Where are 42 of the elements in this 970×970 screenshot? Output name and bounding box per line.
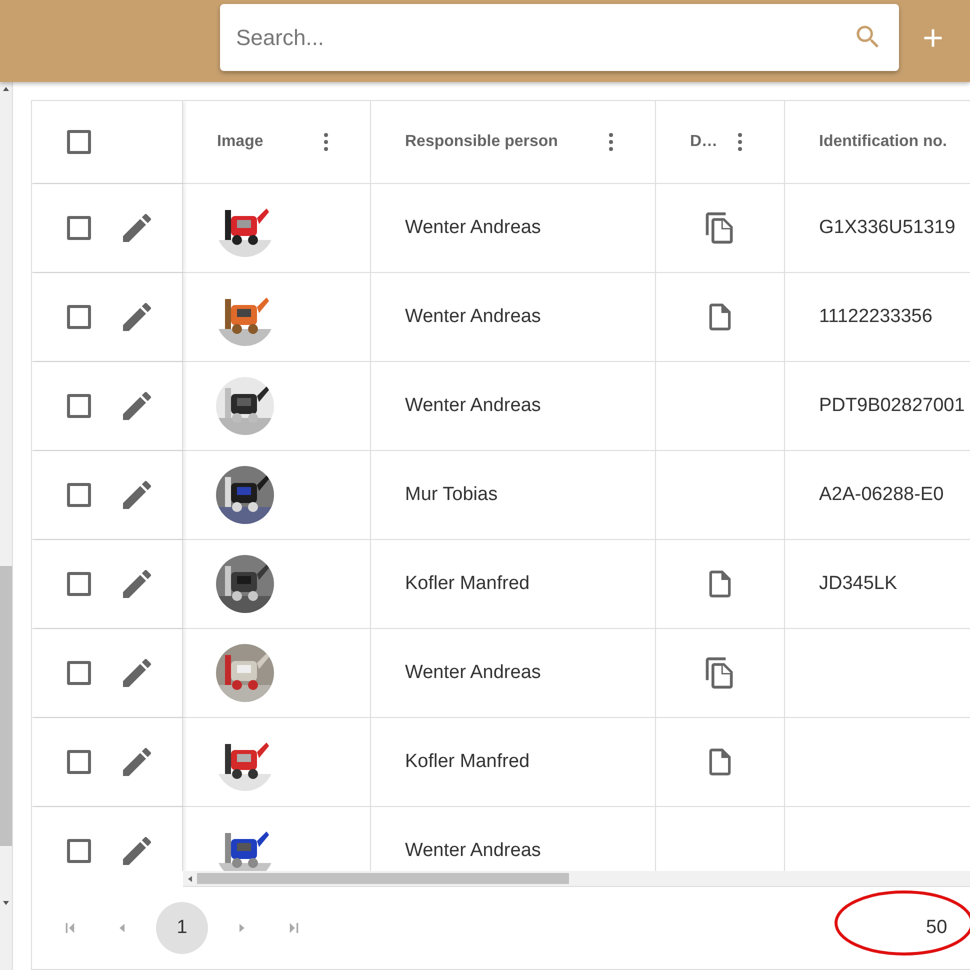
person-name: Wenter Andreas <box>405 662 541 684</box>
person-name: Wenter Andreas <box>405 840 541 862</box>
row-checkbox[interactable] <box>67 305 91 329</box>
identification-number: 11122233356 <box>819 306 932 328</box>
identification-number: A2A-06288-E0 <box>819 484 944 506</box>
row-checkbox[interactable] <box>67 661 91 685</box>
column-header[interactable]: D… <box>690 133 718 151</box>
identification-number: PDT9B02827001 <box>819 395 965 417</box>
edit-icon[interactable] <box>123 570 151 598</box>
page-button[interactable]: 1 <box>156 902 208 954</box>
edit-icon[interactable] <box>123 659 151 687</box>
column-header[interactable]: Responsible person <box>405 133 558 151</box>
row-checkbox[interactable] <box>67 394 91 418</box>
more-options-icon[interactable] <box>324 133 328 151</box>
page-size[interactable]: 50 <box>926 917 948 939</box>
more-options-icon[interactable] <box>738 133 742 151</box>
edit-icon[interactable] <box>123 303 151 331</box>
identification-number: G1X336U51319 <box>819 217 956 239</box>
row-checkbox[interactable] <box>67 750 91 774</box>
row-checkbox[interactable] <box>67 572 91 596</box>
select-all-checkbox[interactable] <box>67 130 91 154</box>
person-name: Kofler Manfred <box>405 573 530 595</box>
row-checkbox[interactable] <box>67 483 91 507</box>
person-name: Wenter Andreas <box>405 306 541 328</box>
vertical-scrollbar[interactable] <box>0 82 13 970</box>
edit-icon[interactable] <box>123 748 151 776</box>
edit-icon[interactable] <box>123 481 151 509</box>
row-checkbox[interactable] <box>67 839 91 863</box>
edit-icon[interactable] <box>123 214 151 242</box>
person-name: Wenter Andreas <box>405 395 541 417</box>
edit-icon[interactable] <box>123 837 151 865</box>
search-field[interactable]: Search... <box>220 4 899 71</box>
edit-icon[interactable] <box>123 392 151 420</box>
person-name: Kofler Manfred <box>405 751 530 773</box>
row-checkbox[interactable] <box>67 216 91 240</box>
identification-number: JD345LK <box>819 573 898 595</box>
horizontal-scrollbar[interactable] <box>183 871 970 887</box>
person-name: Wenter Andreas <box>405 217 541 239</box>
column-header[interactable]: Identification no. <box>819 133 947 151</box>
more-options-icon[interactable] <box>609 133 613 151</box>
column-header[interactable]: Image <box>217 133 264 151</box>
person-name: Mur Tobias <box>405 484 498 506</box>
